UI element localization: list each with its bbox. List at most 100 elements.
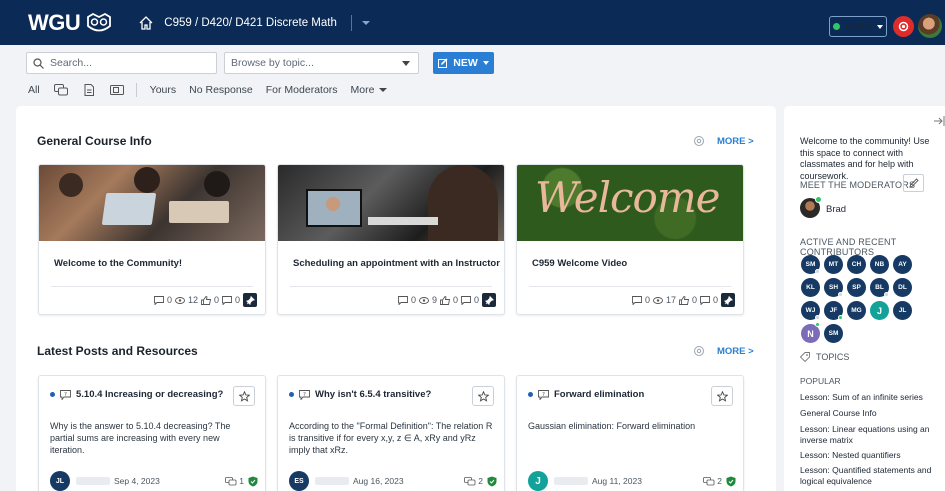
contributor-avatar[interactable]: AY — [893, 255, 912, 274]
replies-icon — [703, 476, 715, 485]
filter-for-moderators[interactable]: For Moderators — [266, 84, 338, 96]
moderator-name[interactable]: Brad — [826, 204, 846, 215]
comment-count: 0 — [410, 295, 416, 305]
star-icon — [477, 390, 489, 402]
card-title: C959 Welcome Video — [532, 258, 628, 269]
status-dot-icon — [815, 269, 820, 274]
gear-icon[interactable] — [693, 135, 705, 147]
pin-icon[interactable] — [243, 293, 257, 307]
tag-icon — [800, 352, 810, 362]
author-avatar[interactable]: J — [528, 471, 548, 491]
unread-dot-icon — [528, 392, 533, 397]
post-title[interactable]: 5.10.4 Increasing or decreasing? — [76, 389, 223, 400]
reply-icon — [461, 295, 471, 305]
header-divider — [350, 14, 352, 31]
contributor-avatar[interactable]: SP — [847, 278, 866, 297]
status-label: Active — [844, 20, 873, 33]
chevron-down-icon[interactable] — [379, 88, 388, 92]
card-divider — [290, 286, 492, 287]
post-card[interactable]: ? 5.10.4 Increasing or decreasing? Why i… — [38, 375, 266, 491]
contributor-avatar[interactable]: SM — [824, 324, 843, 343]
online-status-icon — [833, 23, 841, 30]
discussions-icon[interactable] — [53, 84, 68, 96]
contributor-avatar[interactable]: KL — [801, 278, 820, 297]
reply-icon — [222, 295, 232, 305]
post-footer: JL Sep 4, 2023 1 — [50, 470, 258, 491]
view-count: 12 — [187, 295, 198, 305]
popular-topic-link[interactable]: Lesson: Quantified statements and logica… — [800, 465, 945, 486]
filter-yours[interactable]: Yours — [150, 84, 176, 96]
contributor-avatar[interactable]: J — [870, 301, 889, 320]
pin-icon[interactable] — [721, 293, 735, 307]
general-more-link[interactable]: MORE > — [717, 136, 754, 147]
home-icon[interactable] — [138, 15, 154, 31]
author-avatar[interactable]: JL — [50, 471, 70, 491]
contributor-avatar[interactable]: MT — [824, 255, 843, 274]
moderators-heading: MEET THE MODERATORS — [800, 180, 916, 190]
course-switch-chevron-down-icon[interactable] — [361, 20, 370, 25]
collapse-sidebar-icon[interactable] — [934, 116, 945, 126]
course-info-card[interactable]: Welcome to the Community! 0 12 0 0 — [38, 164, 266, 315]
card-stats: 0 9 0 0 — [397, 293, 496, 307]
svg-text:?: ? — [64, 391, 67, 397]
post-title[interactable]: Why isn't 6.5.4 transitive? — [315, 389, 431, 400]
popular-topic-link[interactable]: Lesson: Sum of an infinite series — [800, 392, 945, 403]
favorite-button[interactable] — [711, 386, 733, 406]
latest-more-link[interactable]: MORE > — [717, 346, 754, 357]
reply-icon — [700, 295, 710, 305]
filter-all[interactable]: All — [28, 84, 40, 96]
wgu-logo[interactable]: WGU — [28, 10, 112, 36]
contributor-avatar[interactable]: CH — [847, 255, 866, 274]
comment-icon — [631, 295, 642, 305]
question-icon: ? — [60, 389, 71, 400]
comment-icon — [153, 295, 164, 305]
chevron-down-icon — [876, 24, 883, 29]
star-icon — [716, 390, 728, 402]
user-avatar[interactable] — [918, 14, 942, 38]
course-info-card[interactable]: Scheduling an appointment with an Instru… — [277, 164, 505, 315]
filter-no-response[interactable]: No Response — [189, 84, 253, 96]
notification-button[interactable] — [893, 16, 914, 37]
contributor-avatar[interactable]: MG — [847, 301, 866, 320]
logo-text: WGU — [28, 9, 81, 35]
verified-shield-icon — [487, 476, 497, 486]
author-name-redacted — [76, 477, 110, 485]
post-footer: ES Aug 16, 2023 2 — [289, 470, 497, 491]
favorite-button[interactable] — [472, 386, 494, 406]
popular-topic-link[interactable]: Lesson: Linear equations using an invers… — [800, 424, 945, 445]
favorite-button[interactable] — [233, 386, 255, 406]
post-card[interactable]: ? Forward elimination Gaussian eliminati… — [516, 375, 744, 491]
pencil-icon — [908, 178, 919, 188]
topic-select[interactable]: Browse by topic... — [224, 52, 419, 74]
post-card[interactable]: ? Why isn't 6.5.4 transitive? According … — [277, 375, 505, 491]
reply-count-value: 1 — [239, 476, 244, 486]
search-icon — [33, 57, 44, 69]
contributor-avatar[interactable]: JL — [893, 301, 912, 320]
welcome-sign-text: Welcome — [535, 173, 721, 222]
reply-count: 2 — [464, 476, 483, 486]
status-dropdown-button[interactable]: Active — [829, 16, 887, 37]
post-title[interactable]: Forward elimination — [554, 389, 644, 400]
popular-topic-link[interactable]: Lesson: Nested quantifiers — [800, 450, 945, 461]
edit-moderators-button[interactable] — [903, 174, 924, 192]
contributor-avatar[interactable]: DL — [893, 278, 912, 297]
eye-icon — [175, 296, 185, 304]
search-input[interactable]: Search... — [26, 52, 217, 74]
pin-icon[interactable] — [482, 293, 496, 307]
document-icon[interactable] — [82, 84, 96, 96]
author-avatar[interactable]: ES — [289, 471, 309, 491]
gear-icon[interactable] — [693, 345, 705, 357]
post-header: ? 5.10.4 Increasing or decreasing? — [50, 389, 223, 400]
contributor-avatar[interactable]: NB — [870, 255, 889, 274]
filter-more[interactable]: More — [351, 84, 375, 96]
new-post-button[interactable]: NEW — [433, 52, 494, 74]
course-title[interactable]: C959 / D420/ D421 Discrete Math — [164, 17, 337, 29]
course-info-card[interactable]: Welcome C959 Welcome Video 0 17 0 0 — [516, 164, 744, 315]
comment-icon — [397, 295, 408, 305]
video-icon[interactable] — [109, 84, 124, 96]
popular-topic-link[interactable]: General Course Info — [800, 408, 945, 419]
author-name-redacted — [554, 477, 588, 485]
card-title: Scheduling an appointment with an Instru… — [293, 258, 500, 269]
unread-dot-icon — [50, 392, 55, 397]
filter-bar: All Yours No Response For Moderators Mor… — [28, 80, 388, 100]
